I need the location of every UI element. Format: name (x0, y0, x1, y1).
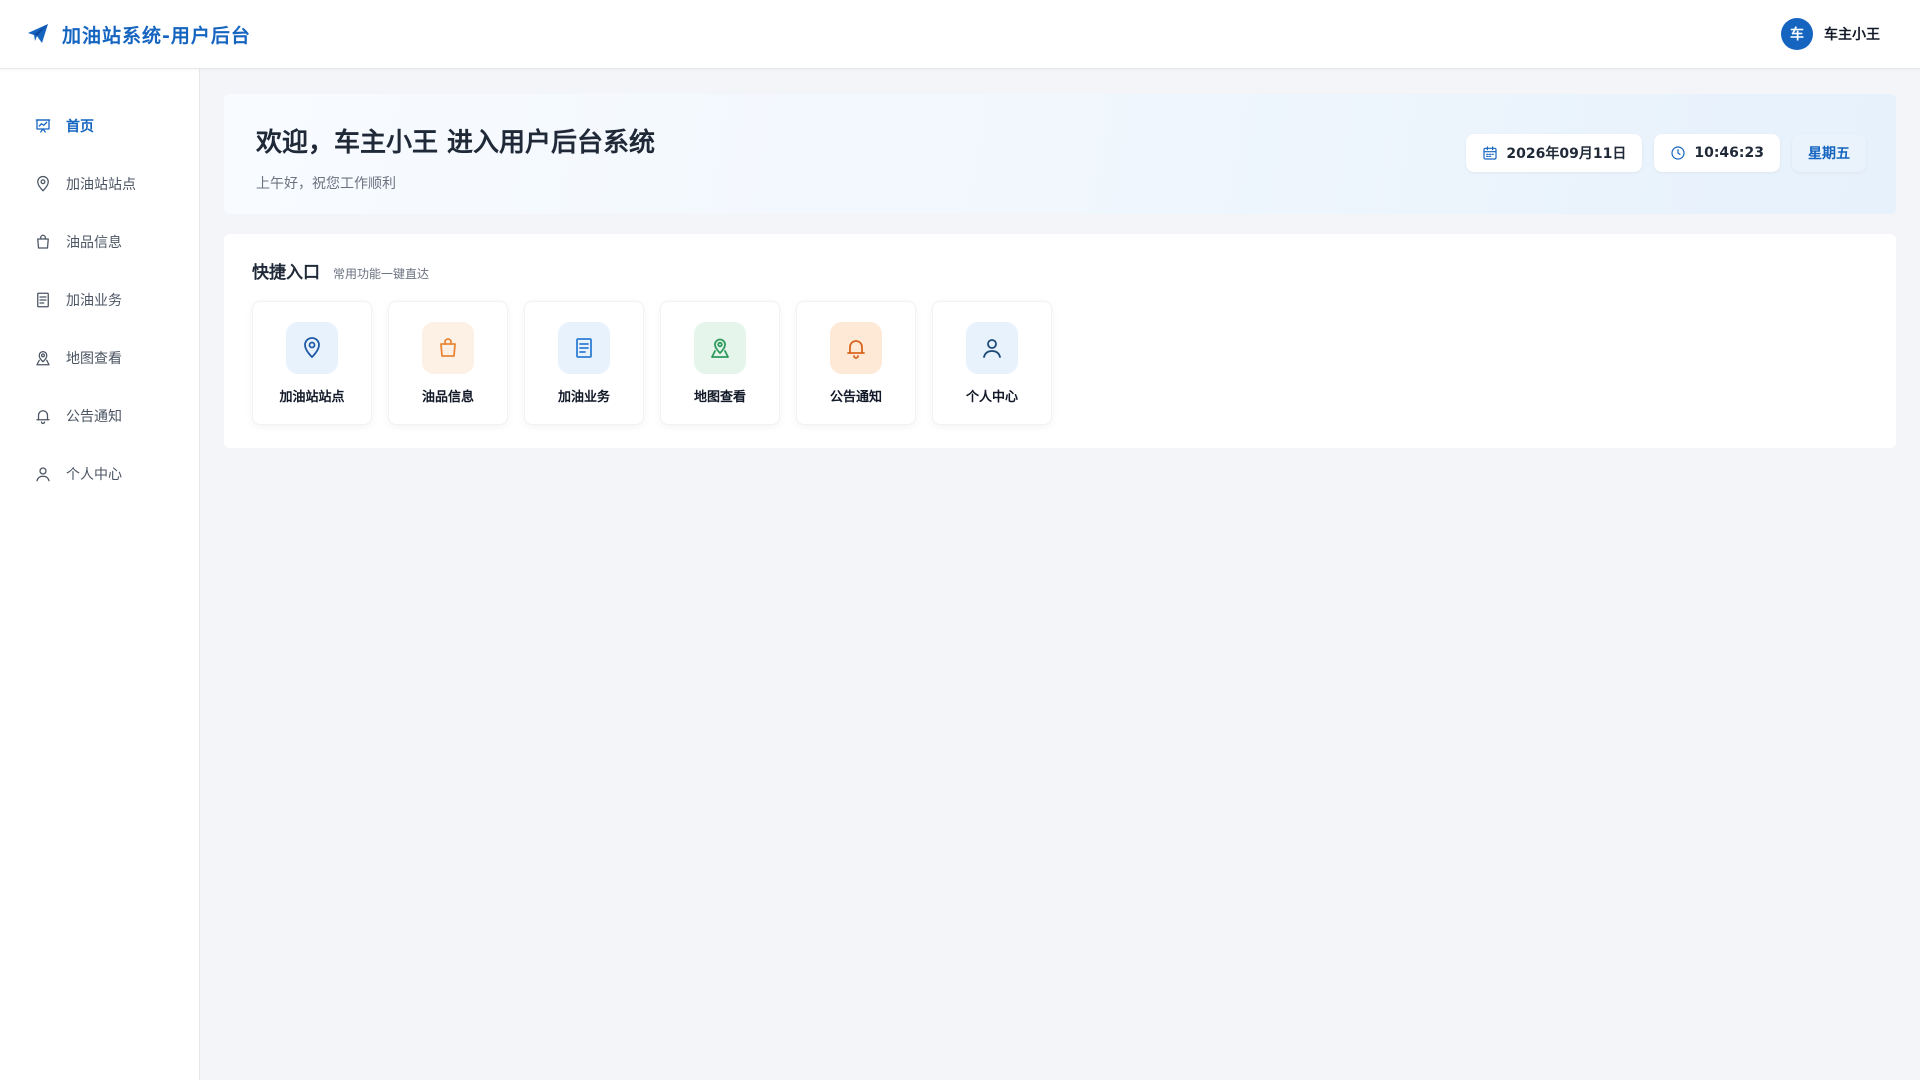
quick-entry-subtitle: 常用功能一键直达 (333, 267, 430, 281)
quick-card-icon-box (694, 322, 746, 374)
map-location-icon (36, 350, 50, 366)
quick-entry-cards: 加油站站点 油品信息 加油业务 地图查看 公告通知 个人中心 (252, 301, 1868, 425)
location-pin-icon (304, 337, 320, 358)
datetime-chips: 2026年09月11日 10:46:23 星期五 (1466, 134, 1866, 172)
quick-card-icon-box (966, 322, 1018, 374)
quick-card-oil-info[interactable]: 油品信息 (388, 301, 508, 425)
sidebar-item-label: 加油站站点 (66, 177, 136, 193)
sidebar-item-refuel-business[interactable]: 加油业务 (0, 271, 199, 329)
map-location-icon (711, 338, 729, 358)
date-chip: 2026年09月11日 (1466, 134, 1643, 172)
document-icon (37, 292, 49, 308)
user-icon (36, 467, 50, 482)
user-name[interactable]: 车主小王 (1824, 24, 1880, 44)
user-icon (983, 339, 1001, 358)
welcome-subtitle: 上午好，祝您工作顺利 (256, 176, 396, 192)
avatar[interactable]: 车 (1781, 18, 1813, 50)
calendar-icon (1483, 146, 1498, 160)
sidebar-item-label: 个人中心 (66, 467, 122, 483)
quick-entry-title: 快捷入口 (252, 263, 320, 283)
user-menu[interactable]: 车 车主小王 (1781, 18, 1880, 50)
quick-card-label: 油品信息 (421, 390, 474, 405)
quick-entry-panel: 快捷入口 常用功能一键直达 加油站站点 油品信息 加油业务 地图查看 公告通知 … (224, 234, 1896, 448)
quick-card-label: 地图查看 (693, 390, 746, 405)
quick-card-label: 加油业务 (557, 390, 610, 405)
brand[interactable]: 加油站系统-用户后台 (26, 21, 251, 48)
clock-icon (1671, 146, 1685, 160)
shopping-bag-icon (37, 234, 49, 249)
sidebar-item-profile[interactable]: 个人中心 (0, 445, 199, 503)
bell-icon (36, 410, 50, 425)
quick-card-refuel-business[interactable]: 加油业务 (524, 301, 644, 425)
document-icon (576, 338, 592, 358)
date-text: 2026年09月11日 (1506, 146, 1627, 162)
sidebar-item-map[interactable]: 地图查看 (0, 329, 199, 387)
time-text: 10:46:23 (1694, 145, 1764, 161)
quick-card-label: 个人中心 (965, 390, 1018, 405)
sidebar-item-label: 油品信息 (66, 235, 122, 251)
quick-card-label: 加油站站点 (279, 390, 345, 405)
sidebar-item-label: 公告通知 (66, 409, 122, 425)
location-pin-icon (37, 175, 49, 192)
weekday-text: 星期五 (1808, 146, 1850, 162)
sidebar-item-label: 地图查看 (66, 351, 122, 367)
presentation-chart-icon (35, 119, 51, 133)
sidebar-item-stations[interactable]: 加油站站点 (0, 155, 199, 213)
paper-plane-icon (28, 24, 48, 43)
quick-card-icon-box (422, 322, 474, 374)
welcome-banner: 欢迎，车主小王 进入用户后台系统 上午好，祝您工作顺利 2026年09月11日 … (224, 94, 1896, 214)
app-title: 加油站系统-用户后台 (62, 24, 251, 47)
weekday-chip: 星期五 (1792, 134, 1866, 172)
quick-card-notices[interactable]: 公告通知 (796, 301, 916, 425)
quick-card-icon-box (558, 322, 610, 374)
quick-card-map[interactable]: 地图查看 (660, 301, 780, 425)
sidebar-item-notices[interactable]: 公告通知 (0, 387, 199, 445)
sidebar-item-oil-info[interactable]: 油品信息 (0, 213, 199, 271)
sidebar-item-home[interactable]: 首页 (0, 97, 199, 155)
sidebar: 首页 加油站站点 油品信息 加油业务 地图查看 公告通知 个人中心 (0, 69, 200, 1080)
quick-card-label: 公告通知 (829, 390, 882, 405)
sidebar-item-label: 加油业务 (66, 293, 122, 309)
sidebar-item-label: 首页 (66, 119, 94, 135)
quick-card-icon-box (286, 322, 338, 374)
quick-card-profile[interactable]: 个人中心 (932, 301, 1052, 425)
time-chip: 10:46:23 (1654, 134, 1780, 172)
bell-icon (847, 340, 865, 359)
quick-card-stations[interactable]: 加油站站点 (252, 301, 372, 425)
shopping-bag-icon (440, 338, 456, 357)
quick-entry-header: 快捷入口 常用功能一键直达 (252, 258, 1868, 283)
top-header: 加油站系统-用户后台 车 车主小王 (0, 0, 1920, 69)
quick-card-icon-box (830, 322, 882, 374)
